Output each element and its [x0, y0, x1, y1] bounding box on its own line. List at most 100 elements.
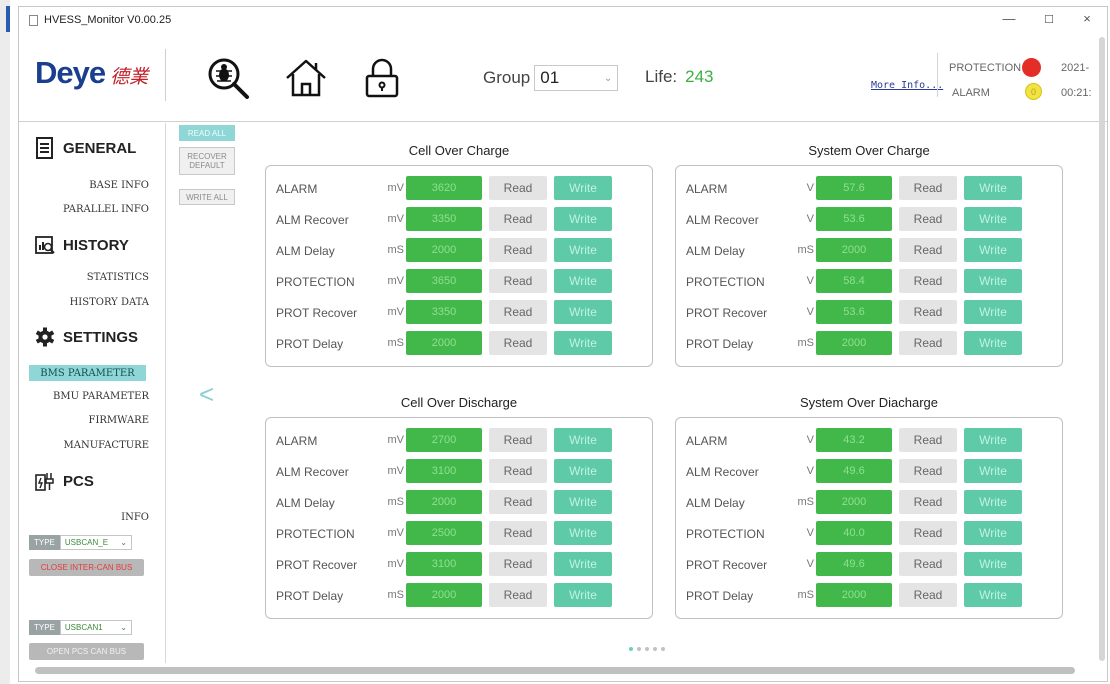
sidebar-item-pcs-info[interactable]: INFO [121, 512, 149, 523]
write-button[interactable]: Write [964, 552, 1022, 576]
read-button[interactable]: Read [899, 207, 957, 231]
write-all-button[interactable]: WRITE ALL [179, 189, 235, 205]
write-button[interactable]: Write [554, 459, 612, 483]
read-button[interactable]: Read [899, 238, 957, 262]
read-button[interactable]: Read [899, 459, 957, 483]
read-button[interactable]: Read [489, 459, 547, 483]
parameter-value-field[interactable]: 2000 [406, 331, 482, 355]
parameter-value-field[interactable]: 49.6 [816, 552, 892, 576]
read-button[interactable]: Read [899, 300, 957, 324]
horizontal-scrollbar[interactable] [35, 667, 1075, 674]
parameter-value-field[interactable]: 53.6 [816, 207, 892, 231]
can-type-select-1[interactable]: USBCAN_E ⌄ [59, 535, 132, 550]
write-button[interactable]: Write [554, 428, 612, 452]
read-button[interactable]: Read [489, 176, 547, 200]
close-button[interactable]: × [1077, 11, 1097, 26]
write-button[interactable]: Write [554, 521, 612, 545]
group-dropdown[interactable]: 01 ⌄ [534, 65, 619, 91]
read-button[interactable]: Read [489, 521, 547, 545]
write-button[interactable]: Write [964, 238, 1022, 262]
search-bug-icon[interactable] [205, 55, 251, 101]
read-button[interactable]: Read [899, 269, 957, 293]
parameter-value-field[interactable]: 2500 [406, 521, 482, 545]
write-button[interactable]: Write [964, 176, 1022, 200]
sidebar-general[interactable]: GENERAL [35, 137, 136, 159]
page-dot[interactable] [645, 647, 649, 651]
write-button[interactable]: Write [554, 331, 612, 355]
previous-page-icon[interactable]: < [199, 379, 214, 410]
open-pcs-can-bus-button[interactable]: OPEN PCS CAN BUS [29, 643, 144, 660]
write-button[interactable]: Write [554, 300, 612, 324]
parameter-value-field[interactable]: 57.6 [816, 176, 892, 200]
sidebar-item-bms-parameter[interactable]: BMS PARAMETER [29, 365, 146, 381]
sidebar-item-firmware[interactable]: FIRMWARE [89, 415, 150, 426]
lock-icon[interactable] [359, 55, 405, 101]
read-all-button[interactable]: READ ALL [179, 125, 235, 141]
sidebar-history[interactable]: HISTORY [35, 234, 129, 256]
parameter-value-field[interactable]: 43.2 [816, 428, 892, 452]
read-button[interactable]: Read [489, 552, 547, 576]
read-button[interactable]: Read [489, 269, 547, 293]
read-button[interactable]: Read [489, 300, 547, 324]
parameter-value-field[interactable]: 3350 [406, 300, 482, 324]
read-button[interactable]: Read [899, 521, 957, 545]
page-dot[interactable] [661, 647, 665, 651]
write-button[interactable]: Write [964, 331, 1022, 355]
read-button[interactable]: Read [489, 490, 547, 514]
write-button[interactable]: Write [554, 552, 612, 576]
vertical-scrollbar[interactable] [1099, 37, 1105, 661]
write-button[interactable]: Write [964, 269, 1022, 293]
read-button[interactable]: Read [899, 176, 957, 200]
parameter-value-field[interactable]: 2000 [816, 331, 892, 355]
write-button[interactable]: Write [964, 300, 1022, 324]
read-button[interactable]: Read [489, 331, 547, 355]
parameter-value-field[interactable]: 2700 [406, 428, 482, 452]
can-type-select-2[interactable]: USBCAN1 ⌄ [59, 620, 132, 635]
maximize-button[interactable]: ☐ [1039, 13, 1059, 26]
parameter-value-field[interactable]: 3350 [406, 207, 482, 231]
close-inter-can-bus-button[interactable]: CLOSE INTER-CAN BUS [29, 559, 144, 576]
parameter-value-field[interactable]: 3620 [406, 176, 482, 200]
sidebar-item-manufacture[interactable]: MANUFACTURE [63, 440, 149, 451]
parameter-value-field[interactable]: 53.6 [816, 300, 892, 324]
read-button[interactable]: Read [489, 428, 547, 452]
read-button[interactable]: Read [489, 238, 547, 262]
sidebar-item-parallel-info[interactable]: PARALLEL INFO [63, 204, 149, 215]
parameter-value-field[interactable]: 58.4 [816, 269, 892, 293]
parameter-value-field[interactable]: 3650 [406, 269, 482, 293]
write-button[interactable]: Write [554, 207, 612, 231]
parameter-value-field[interactable]: 49.6 [816, 459, 892, 483]
parameter-value-field[interactable]: 2000 [406, 238, 482, 262]
read-button[interactable]: Read [899, 583, 957, 607]
read-button[interactable]: Read [489, 583, 547, 607]
more-info-link[interactable]: More Info... [871, 80, 943, 91]
read-button[interactable]: Read [899, 331, 957, 355]
parameter-value-field[interactable]: 2000 [406, 583, 482, 607]
parameter-value-field[interactable]: 3100 [406, 459, 482, 483]
write-button[interactable]: Write [554, 490, 612, 514]
parameter-value-field[interactable]: 3100 [406, 552, 482, 576]
parameter-value-field[interactable]: 40.0 [816, 521, 892, 545]
parameter-value-field[interactable]: 2000 [816, 490, 892, 514]
parameter-value-field[interactable]: 2000 [816, 238, 892, 262]
write-button[interactable]: Write [964, 207, 1022, 231]
page-dot[interactable] [653, 647, 657, 651]
write-button[interactable]: Write [964, 490, 1022, 514]
page-dot[interactable] [637, 647, 641, 651]
write-button[interactable]: Write [964, 459, 1022, 483]
write-button[interactable]: Write [964, 583, 1022, 607]
home-icon[interactable] [283, 55, 329, 101]
page-dot[interactable] [629, 647, 633, 651]
read-button[interactable]: Read [489, 207, 547, 231]
write-button[interactable]: Write [554, 583, 612, 607]
read-button[interactable]: Read [899, 552, 957, 576]
sidebar-item-statistics[interactable]: STATISTICS [87, 272, 149, 283]
write-button[interactable]: Write [964, 521, 1022, 545]
sidebar-pcs[interactable]: PCS [35, 470, 94, 492]
write-button[interactable]: Write [554, 269, 612, 293]
write-button[interactable]: Write [964, 428, 1022, 452]
read-button[interactable]: Read [899, 428, 957, 452]
sidebar-settings[interactable]: SETTINGS [35, 326, 138, 348]
write-button[interactable]: Write [554, 176, 612, 200]
sidebar-item-history-data[interactable]: HISTORY DATA [70, 297, 149, 308]
